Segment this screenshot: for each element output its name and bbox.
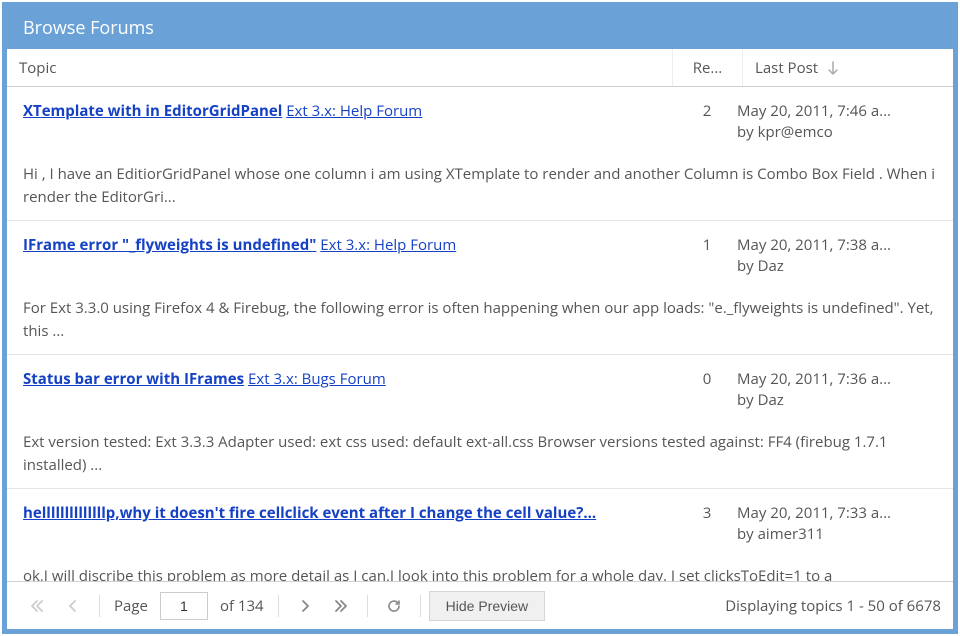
paging-status: Displaying topics 1 - 50 of 6678 — [725, 596, 941, 616]
toolbar-separator — [278, 595, 279, 617]
titlebar: Browse Forums — [7, 7, 953, 49]
topic-forum-link[interactable]: Ext 3.x: Help Forum — [320, 235, 456, 255]
topic-lastpost-author: by Daz — [737, 256, 937, 277]
hide-preview-button[interactable]: Hide Preview — [429, 591, 545, 621]
topic-title-link[interactable]: hellllllllllllllp,why it doesn't fire ce… — [23, 503, 596, 523]
last-page-button[interactable] — [323, 588, 359, 624]
table-row: IFrame error "_flyweights is undefined" … — [7, 221, 953, 355]
topic-lastpost-author: by Daz — [737, 390, 937, 411]
table-row: XTemplate with in EditorGridPanel Ext 3.… — [7, 87, 953, 221]
column-header-lastpost[interactable]: Last Post — [743, 49, 953, 86]
topic-replies: 1 — [677, 235, 737, 255]
topic-lastpost-author: by aimer311 — [737, 524, 937, 545]
topic-excerpt: Hi , I have an EditiorGridPanel whose on… — [23, 163, 937, 208]
table-row: Status bar error with IFrames Ext 3.x: B… — [7, 355, 953, 489]
topic-title-link[interactable]: IFrame error "_flyweights is undefined" — [23, 235, 316, 255]
first-page-button[interactable] — [19, 588, 55, 624]
column-header-replies[interactable]: Re... — [673, 49, 743, 86]
page-input[interactable] — [160, 592, 208, 620]
topic-lastpost-date: May 20, 2011, 7:46 a... — [737, 101, 937, 122]
paging-toolbar: Page of 134 Hide Preview Displaying topi… — [7, 581, 953, 629]
next-page-button[interactable] — [287, 588, 323, 624]
topic-title-link[interactable]: XTemplate with in EditorGridPanel — [23, 101, 282, 121]
sort-descending-icon — [826, 61, 840, 75]
topic-replies: 2 — [677, 101, 737, 121]
topic-replies: 3 — [677, 503, 737, 523]
topic-excerpt: ok,I will discribe this problem as more … — [23, 565, 937, 581]
topic-lastpost-date: May 20, 2011, 7:38 a... — [737, 235, 937, 256]
topic-forum-link[interactable]: Ext 3.x: Bugs Forum — [248, 369, 386, 389]
page-of-label: of 134 — [220, 596, 264, 616]
topic-title-link[interactable]: Status bar error with IFrames — [23, 369, 244, 389]
toolbar-separator — [367, 595, 368, 617]
table-row: hellllllllllllllp,why it doesn't fire ce… — [7, 489, 953, 581]
column-header-replies-label: Re... — [693, 58, 723, 78]
toolbar-separator — [99, 595, 100, 617]
refresh-button[interactable] — [376, 588, 412, 624]
grid-body[interactable]: XTemplate with in EditorGridPanel Ext 3.… — [7, 87, 953, 581]
topic-replies: 0 — [677, 369, 737, 389]
grid-header: Topic Re... Last Post — [7, 49, 953, 87]
forum-window: Browse Forums Topic Re... Last Post XTem… — [2, 2, 958, 634]
topic-forum-link[interactable]: Ext 3.x: Help Forum — [286, 101, 422, 121]
page-label: Page — [114, 596, 148, 616]
toolbar-separator — [420, 595, 421, 617]
column-header-topic[interactable]: Topic — [7, 49, 673, 86]
topic-lastpost-date: May 20, 2011, 7:33 a... — [737, 503, 937, 524]
window-title: Browse Forums — [23, 16, 154, 40]
topic-excerpt: For Ext 3.3.0 using Firefox 4 & Firebug,… — [23, 297, 937, 342]
topic-lastpost-author: by kpr@emco — [737, 122, 937, 143]
topic-lastpost-date: May 20, 2011, 7:36 a... — [737, 369, 937, 390]
prev-page-button[interactable] — [55, 588, 91, 624]
topic-excerpt: Ext version tested: Ext 3.3.3 Adapter us… — [23, 431, 937, 476]
column-header-topic-label: Topic — [19, 58, 56, 78]
column-header-lastpost-label: Last Post — [755, 58, 818, 78]
